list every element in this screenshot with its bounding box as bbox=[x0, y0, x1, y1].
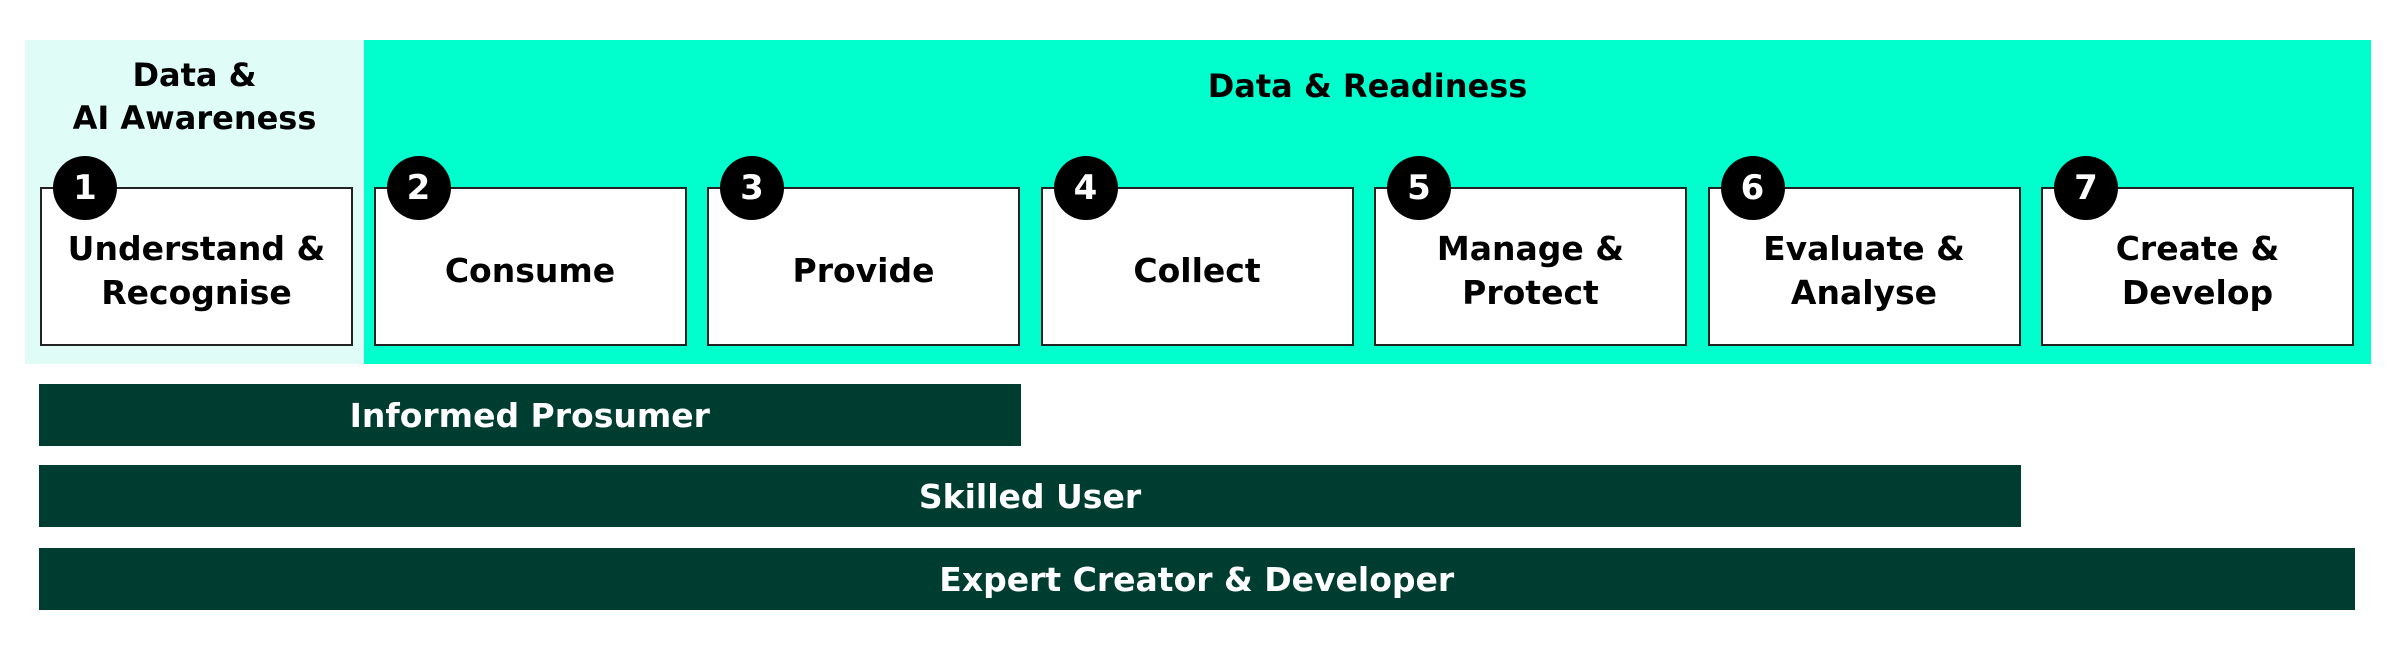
step-label-line1: Create & bbox=[2115, 228, 2280, 268]
step-label: Consume bbox=[445, 249, 615, 293]
step-label-line2: Recognise bbox=[101, 272, 292, 312]
awareness-title-line2: AI Awareness bbox=[72, 99, 317, 137]
step-label: Create & Develop bbox=[2116, 227, 2280, 315]
awareness-title-line1: Data & bbox=[132, 56, 257, 94]
step-label: Manage & Protect bbox=[1437, 227, 1624, 315]
step-label: Evaluate & Analyse bbox=[1763, 227, 1965, 315]
level-bar: Skilled User bbox=[39, 465, 2021, 527]
step-label-line2: Analyse bbox=[1790, 272, 1938, 312]
step-number-badge: 7 bbox=[2054, 156, 2118, 220]
step-label: Collect bbox=[1133, 249, 1260, 293]
readiness-title: Data & Readiness bbox=[1207, 67, 1528, 105]
step-number-badge: 3 bbox=[720, 156, 784, 220]
step-label-line1: Consume bbox=[444, 250, 616, 290]
step-label-line1: Collect bbox=[1133, 250, 1261, 290]
step-number-badge: 5 bbox=[1387, 156, 1451, 220]
step-label-line2: Protect bbox=[1462, 272, 1599, 312]
step-number-badge: 4 bbox=[1053, 156, 1118, 220]
step-label-line1: Provide bbox=[792, 250, 935, 290]
step-label-line1: Evaluate & bbox=[1763, 228, 1965, 268]
awareness-title: Data & AI Awareness bbox=[25, 54, 364, 140]
level-bar: Expert Creator & Developer bbox=[39, 548, 2355, 610]
step-label: Provide bbox=[793, 249, 935, 293]
step-number-badge: 1 bbox=[53, 156, 117, 220]
step-label-line1: Manage & bbox=[1436, 228, 1625, 268]
step-label-line1: Understand & bbox=[67, 228, 326, 268]
step-number-badge: 2 bbox=[386, 156, 451, 220]
step-label: Understand & Recognise bbox=[68, 227, 326, 315]
step-number-badge: 6 bbox=[1720, 156, 1785, 220]
step-label-line2: Develop bbox=[2121, 272, 2274, 312]
level-bar: Informed Prosumer bbox=[39, 384, 1021, 446]
